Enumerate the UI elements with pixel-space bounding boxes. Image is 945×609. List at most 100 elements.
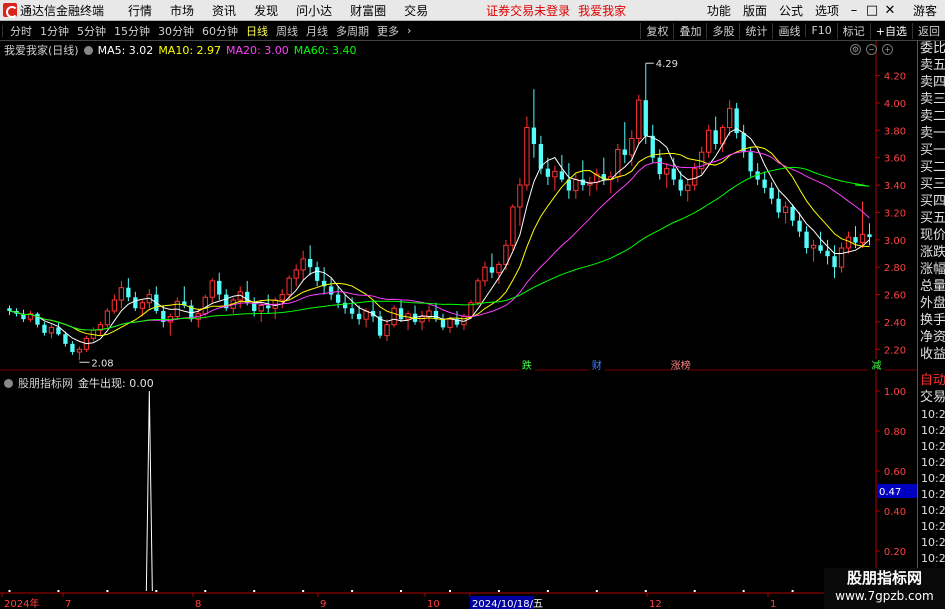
candle-body [545, 168, 551, 177]
period-tick[interactable]: 分时 [7, 23, 35, 39]
current-stock-name: 我爱我家 [578, 3, 627, 18]
settings-icon[interactable]: ⚙ [850, 44, 861, 55]
indicator-baseline-dot [546, 590, 549, 592]
candle-body [293, 269, 299, 279]
period-5min[interactable]: 5分钟 [74, 23, 109, 39]
menu-item-trade[interactable]: 交易 [404, 2, 428, 19]
candle-body [859, 233, 866, 244]
side-item[interactable]: 卖四 [918, 75, 945, 92]
indicator-baseline-dot [448, 590, 451, 592]
menu-item-markets[interactable]: 市场 [170, 2, 194, 19]
trade-time: 10:27 [921, 440, 945, 453]
price-tick-label: 4.20 [884, 72, 906, 83]
event-marker: 涨榜 [671, 359, 691, 372]
trade-time: 10:28 [921, 472, 945, 485]
trade-login-warning[interactable]: 证券交易未登录 [486, 2, 570, 19]
maximize-icon[interactable]: □ [863, 3, 881, 18]
candle-body [524, 127, 530, 186]
side-trade-item[interactable]: 交易 [918, 390, 945, 407]
candle-body [867, 234, 872, 238]
candle-body [797, 220, 802, 232]
tool-add-watchlist[interactable]: +自选 [869, 22, 912, 39]
period-monthly[interactable]: 月线 [303, 23, 331, 39]
tool-draw[interactable]: 画线 [772, 22, 805, 39]
kline-chart[interactable]: 2.20 2.40 2.60 2.80 3.00 3.20 3.40 3.60 3.80 4.00… [0, 41, 917, 609]
quote-side-panel: 委比 卖五 卖四 卖三 卖二 卖一 买一 买二 买三 买四 买五 现价 涨跌 涨幅 总量 外盘 换手 净资 收益 自… [917, 41, 945, 609]
menu-item-discover[interactable]: 发现 [254, 2, 278, 19]
tool-overlay[interactable]: 叠加 [673, 22, 706, 39]
indicator-tick-label: 1.00 [884, 387, 906, 398]
minus-icon[interactable]: − [866, 44, 877, 55]
candle-body [845, 236, 852, 249]
candle-body [762, 179, 767, 188]
candle-body [111, 299, 118, 312]
menu-options[interactable]: 选项 [815, 2, 839, 19]
chevron-right-icon[interactable]: › [404, 24, 414, 37]
tool-stats[interactable]: 统计 [739, 22, 772, 39]
side-item[interactable]: 总量 [918, 279, 945, 296]
period-multi[interactable]: 多周期 [333, 23, 372, 39]
candle-body [496, 263, 502, 274]
tool-adjust[interactable]: 复权 [640, 22, 673, 39]
side-item[interactable]: 换手 [918, 313, 945, 330]
current-value-label: 0.47 [879, 487, 901, 498]
side-item[interactable]: 买三 [918, 177, 945, 194]
menu-item-wealth[interactable]: 财富圈 [350, 2, 386, 19]
side-item[interactable]: 现价 [918, 228, 945, 245]
side-item[interactable]: 收益 [918, 347, 945, 364]
candle-body [629, 138, 635, 156]
menu-function[interactable]: 功能 [707, 2, 731, 19]
price-tick-label: 3.00 [884, 236, 906, 247]
side-item[interactable]: 委比 [918, 41, 945, 58]
side-item[interactable]: 涨跌 [918, 245, 945, 262]
candle-body [726, 107, 733, 129]
title-bar: 通达信金融终端 行情 市场 资讯 发现 问小达 财富圈 交易 证券交易未登录 我… [0, 0, 945, 21]
candle-body [440, 319, 446, 328]
guest-label[interactable]: 游客 [913, 2, 937, 19]
menu-layout[interactable]: 版面 [743, 2, 767, 19]
settings-dot-icon[interactable] [83, 45, 93, 55]
minimize-icon[interactable]: – [845, 3, 863, 18]
side-item[interactable]: 买四 [918, 194, 945, 211]
candle-body [258, 305, 264, 312]
side-trade-item[interactable]: 自动 [918, 373, 945, 390]
ma5-line [9, 128, 870, 345]
side-item[interactable]: 买一 [918, 143, 945, 160]
indicator-dot-icon[interactable] [4, 378, 13, 388]
close-icon[interactable]: ✕ [881, 3, 899, 18]
period-60min[interactable]: 60分钟 [199, 23, 241, 39]
candle-body [118, 287, 125, 301]
side-item[interactable]: 买二 [918, 160, 945, 177]
menu-item-ask[interactable]: 问小达 [296, 2, 332, 19]
side-item[interactable]: 净资 [918, 330, 945, 347]
side-item[interactable]: 涨幅 [918, 262, 945, 279]
side-item[interactable]: 卖五 [918, 58, 945, 75]
menu-formula[interactable]: 公式 [779, 2, 803, 19]
plus-icon[interactable]: + [882, 44, 893, 55]
event-marker: 跌 [522, 359, 532, 372]
side-item[interactable]: 卖一 [918, 126, 945, 143]
period-30min[interactable]: 30分钟 [155, 23, 197, 39]
menu-item-news[interactable]: 资讯 [212, 2, 236, 19]
side-item[interactable]: 卖二 [918, 109, 945, 126]
side-item[interactable]: 卖三 [918, 92, 945, 109]
candle-body [671, 168, 676, 180]
period-1min[interactable]: 1分钟 [37, 23, 72, 39]
indicator-baseline-dot [204, 590, 207, 592]
tool-back[interactable]: 返回 [912, 22, 945, 39]
side-item[interactable]: 买五 [918, 211, 945, 228]
side-item[interactable]: 外盘 [918, 296, 945, 313]
tool-mark[interactable]: 标记 [836, 22, 870, 39]
indicator-tick-label: 0.20 [884, 547, 906, 558]
period-15min[interactable]: 15分钟 [111, 23, 153, 39]
tool-f10[interactable]: F10 [805, 24, 836, 37]
menu-item-market[interactable]: 行情 [128, 2, 152, 19]
time-tick-label: 12 [649, 599, 662, 609]
period-more[interactable]: 更多 [374, 23, 402, 39]
period-daily[interactable]: 日线 [243, 23, 271, 39]
candle-body [769, 187, 774, 199]
tool-multi-stock[interactable]: 多股 [706, 22, 739, 39]
candle-body [782, 206, 789, 213]
period-weekly[interactable]: 周线 [273, 23, 301, 39]
indicator-value: 金牛出现: 0.00 [78, 377, 154, 390]
